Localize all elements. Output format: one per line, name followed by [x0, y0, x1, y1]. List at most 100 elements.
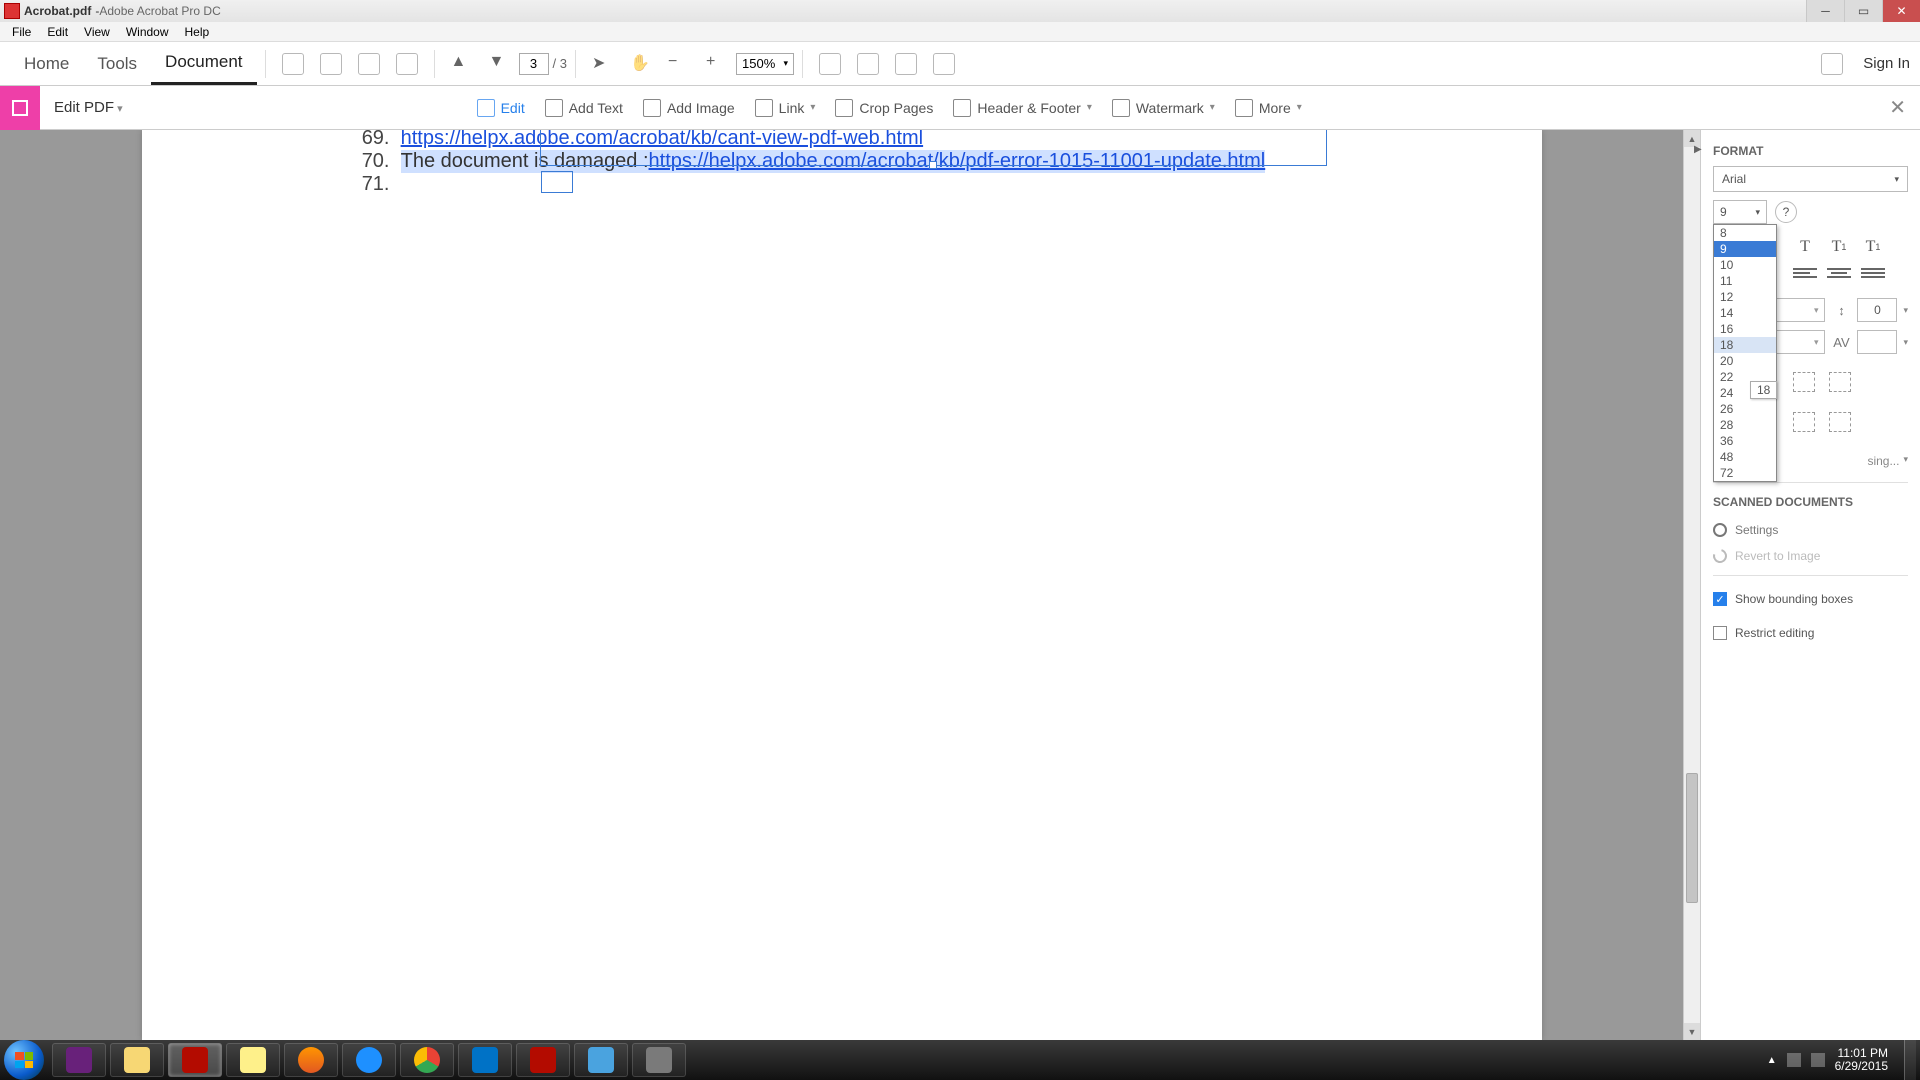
scroll-down-icon[interactable]: ▼ [1684, 1023, 1700, 1040]
zoom-in-icon[interactable]: + [706, 53, 728, 75]
taskbar-explorer[interactable] [110, 1043, 164, 1077]
header-footer-tool[interactable]: Header & Footer [953, 99, 1092, 117]
add-image-tool[interactable]: Add Image [643, 99, 735, 117]
selection-box[interactable] [540, 130, 1327, 166]
page-number-input[interactable] [519, 53, 549, 75]
titlebar: Acrobat.pdf - Adobe Acrobat Pro DC ─ ▭ ✕ [0, 0, 1920, 22]
menu-window[interactable]: Window [118, 23, 177, 41]
align-objects-icon[interactable] [1829, 372, 1851, 392]
edit-badge-icon[interactable] [0, 86, 40, 130]
link-tool[interactable]: Link [755, 99, 816, 117]
page-up-icon[interactable]: ▲ [451, 53, 473, 75]
scroll-thumb[interactable] [1686, 773, 1698, 903]
select-tool-icon[interactable]: ➤ [592, 53, 614, 75]
text-color-button[interactable]: T [1793, 236, 1817, 258]
pdf-page[interactable]: 69. https://helpx.adobe.com/acrobat/kb/c… [142, 130, 1542, 1040]
show-desktop-button[interactable] [1904, 1040, 1916, 1080]
char-spacing-value[interactable] [1857, 330, 1897, 354]
arrange-icon[interactable] [1793, 412, 1815, 432]
title-filename: Acrobat.pdf [24, 4, 91, 18]
tab-tools[interactable]: Tools [83, 44, 151, 84]
align-center-button[interactable] [1827, 266, 1851, 286]
edit-tool[interactable]: Edit [477, 99, 525, 117]
title-appname: Adobe Acrobat Pro DC [99, 4, 220, 18]
app-icon [4, 3, 20, 19]
taskbar-app2[interactable] [632, 1043, 686, 1077]
taskbar-app1[interactable] [574, 1043, 628, 1077]
revert-icon [1710, 546, 1729, 565]
font-family-select[interactable]: Arial▾ [1713, 166, 1908, 192]
close-button[interactable]: ✕ [1882, 0, 1920, 22]
page-down-icon[interactable]: ▼ [489, 53, 511, 75]
more-tool[interactable]: More [1235, 99, 1302, 117]
tab-document[interactable]: Document [151, 42, 256, 85]
taskbar-chrome[interactable] [400, 1043, 454, 1077]
font-size-dropdown[interactable]: 8 9 10 11 12 14 16 18 20 22 24 26 28 36 … [1713, 224, 1777, 482]
sign-in-link[interactable]: Sign In [1863, 55, 1910, 72]
notes-icon[interactable] [1821, 53, 1843, 75]
vertical-scrollbar[interactable]: ▲ ▼ [1683, 130, 1700, 1040]
size-tooltip: 18 [1750, 381, 1777, 399]
zoom-out-icon[interactable]: − [668, 53, 690, 75]
menu-edit[interactable]: Edit [39, 23, 76, 41]
tray-volume-icon[interactable] [1811, 1053, 1825, 1067]
edit-pdf-dropdown[interactable]: Edit PDF [40, 99, 137, 116]
restrict-editing-checkbox[interactable]: Restrict editing [1713, 626, 1908, 640]
menu-file[interactable]: File [4, 23, 39, 41]
taskbar-acrobat[interactable] [168, 1043, 222, 1077]
fit-width-icon[interactable] [819, 53, 841, 75]
char-spacing-icon: AV [1831, 332, 1851, 352]
taskbar-outlook[interactable] [458, 1043, 512, 1077]
taskbar-firefox[interactable] [284, 1043, 338, 1077]
superscript-button[interactable]: T1 [1827, 236, 1851, 258]
watermark-tool[interactable]: Watermark [1112, 99, 1215, 117]
align-justify-button[interactable] [1861, 266, 1885, 286]
search-icon[interactable] [396, 53, 418, 75]
tray-clock[interactable]: 11:01 PM6/29/2015 [1835, 1047, 1888, 1073]
zoom-select[interactable]: 150%▾ [736, 53, 794, 75]
tray-icon-1[interactable] [1787, 1053, 1801, 1067]
tab-home[interactable]: Home [10, 44, 83, 84]
maximize-button[interactable]: ▭ [1844, 0, 1882, 22]
selection-box-71[interactable] [541, 171, 573, 193]
crop-pages-tool[interactable]: Crop Pages [835, 99, 933, 117]
taskbar-sticky-notes[interactable] [226, 1043, 280, 1077]
taskbar-visual-studio[interactable] [52, 1043, 106, 1077]
page-total: / 3 [553, 56, 567, 71]
menu-help[interactable]: Help [177, 23, 218, 41]
minimize-button[interactable]: ─ [1806, 0, 1844, 22]
taskbar-reader[interactable] [516, 1043, 570, 1077]
taskbar: ▲ 11:01 PM6/29/2015 [0, 1040, 1920, 1080]
document-area[interactable]: 69. https://helpx.adobe.com/acrobat/kb/c… [0, 130, 1683, 1040]
menubar: File Edit View Window Help [0, 22, 1920, 42]
print-icon[interactable] [320, 53, 342, 75]
spacing-value[interactable]: 0 [1857, 298, 1897, 322]
add-text-tool[interactable]: Add Text [545, 99, 623, 117]
revert-link[interactable]: Revert to Image [1713, 549, 1908, 563]
save-icon[interactable] [282, 53, 304, 75]
text-line-71[interactable]: 71. [342, 173, 1342, 196]
fit-page-icon[interactable] [857, 53, 879, 75]
scanned-title: SCANNED DOCUMENTS [1701, 489, 1920, 517]
font-size-select[interactable]: 9▾ [1713, 200, 1767, 224]
fullscreen-icon[interactable] [895, 53, 917, 75]
email-icon[interactable] [358, 53, 380, 75]
start-button[interactable] [4, 1040, 44, 1080]
panel-collapse-icon[interactable]: ▶ [1694, 144, 1702, 155]
settings-link[interactable]: Settings [1713, 523, 1908, 537]
line-spacing-icon: ↕ [1831, 300, 1851, 320]
close-panel-icon[interactable]: ✕ [1889, 95, 1906, 120]
checkbox-checked-icon: ✓ [1713, 592, 1727, 606]
tray-chevron-icon[interactable]: ▲ [1767, 1055, 1777, 1066]
crop-icon[interactable] [1793, 372, 1815, 392]
show-bounding-checkbox[interactable]: ✓ Show bounding boxes [1713, 592, 1908, 606]
info-icon[interactable]: ? [1775, 201, 1797, 223]
taskbar-ie[interactable] [342, 1043, 396, 1077]
align-left-button[interactable] [1793, 266, 1817, 286]
read-mode-icon[interactable] [933, 53, 955, 75]
subscript-button[interactable]: T1 [1861, 236, 1885, 258]
flip-icon[interactable] [1829, 412, 1851, 432]
format-panel: ▶ FORMAT Arial▾ 9▾ ? 8 9 10 11 12 14 16 … [1700, 130, 1920, 1040]
menu-view[interactable]: View [76, 23, 118, 41]
hand-tool-icon[interactable]: ✋ [630, 53, 652, 75]
